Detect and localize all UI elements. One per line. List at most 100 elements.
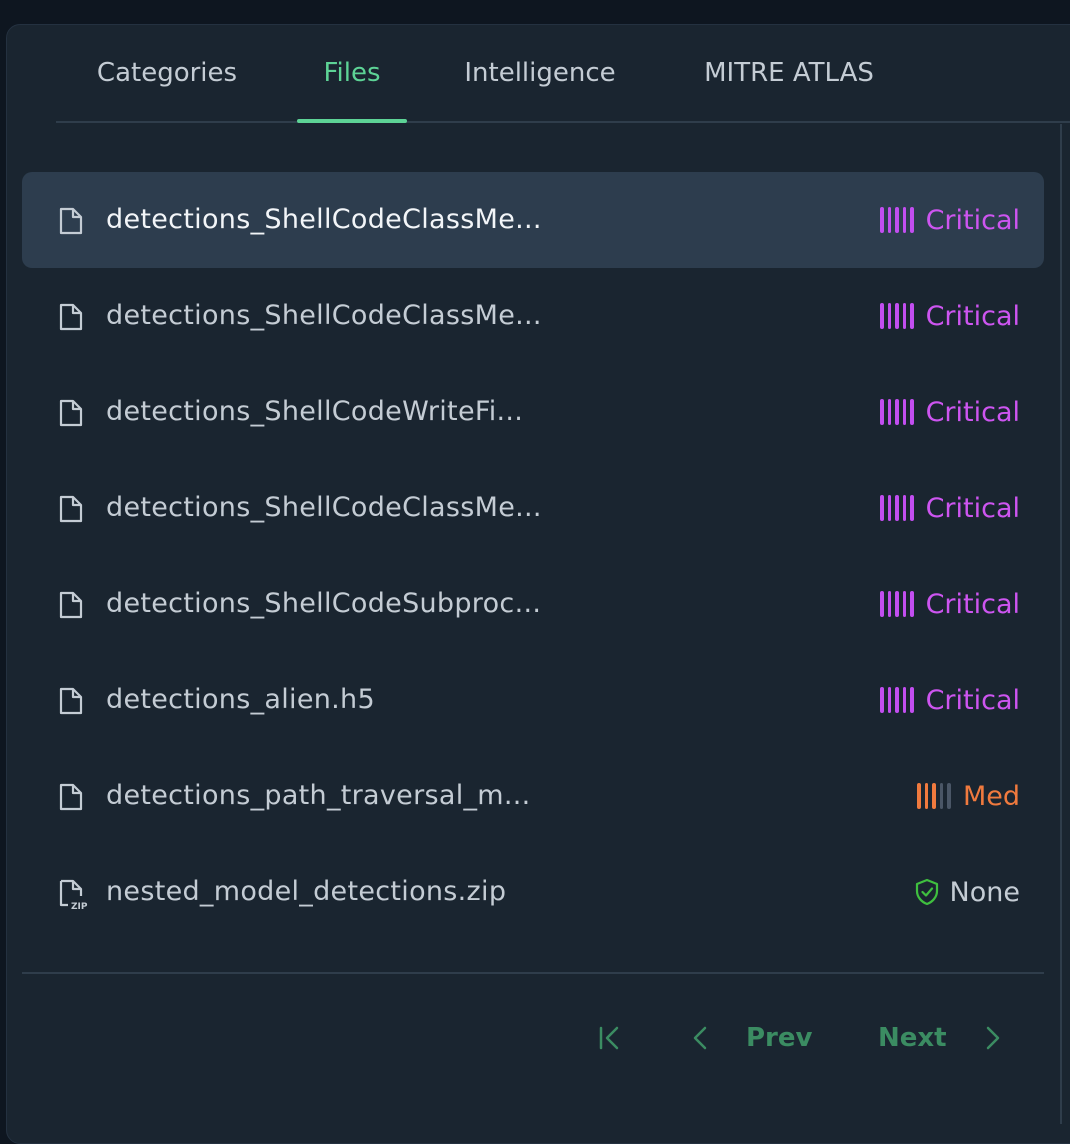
severity-bar (895, 687, 899, 713)
first-page-button[interactable] (596, 1010, 622, 1066)
severity-label: None (949, 876, 1020, 908)
severity-bar (880, 687, 884, 713)
file-row[interactable]: detections_alien.h5 Critical (22, 652, 1044, 748)
file-row[interactable]: detections_ShellCodeClassMe... Critical (22, 268, 1044, 364)
file-name: detections_ShellCodeClassMe... (106, 300, 542, 331)
severity-bar (947, 783, 951, 809)
zip-file-icon: ZIP (58, 878, 88, 912)
severity-bar (880, 207, 884, 233)
severity-bar (910, 591, 914, 617)
severity-bars-icon (880, 207, 914, 233)
severity-bar (939, 783, 944, 809)
tab-mitre-atlas[interactable]: MITRE ATLAS (698, 24, 880, 121)
severity-label: Critical (925, 492, 1020, 524)
severity-bar (910, 303, 914, 329)
severity-bar (887, 399, 892, 425)
file-name: detections_ShellCodeClassMe... (106, 492, 542, 523)
severity-bar (887, 687, 892, 713)
shield-check-icon (915, 878, 938, 906)
severity-bar (880, 495, 884, 521)
severity-bar (902, 591, 907, 617)
severity-bars-icon (880, 303, 914, 329)
file-name: detections_alien.h5 (106, 684, 375, 715)
next-page-button[interactable]: Next (878, 1010, 1003, 1066)
severity-bar (895, 207, 899, 233)
severity-badge: Critical (880, 652, 1020, 748)
list-divider (22, 972, 1044, 974)
file-icon (58, 302, 84, 332)
severity-label: Med (962, 780, 1020, 812)
severity-badge: Critical (880, 460, 1020, 556)
first-page-icon (599, 1026, 619, 1050)
severity-bar (887, 207, 892, 233)
severity-badge: Critical (880, 172, 1020, 268)
tab-files[interactable]: Files (297, 24, 407, 123)
tab-intelligence[interactable]: Intelligence (462, 24, 618, 121)
file-name: nested_model_detections.zip (106, 876, 507, 907)
severity-bar (887, 591, 892, 617)
file-row[interactable]: detections_ShellCodeSubproc... Critical (22, 556, 1044, 652)
severity-label: Critical (925, 588, 1020, 620)
severity-bars-icon (880, 399, 914, 425)
next-label: Next (878, 1023, 947, 1053)
severity-bar (932, 783, 936, 809)
chevron-left-icon (693, 1026, 707, 1050)
file-name: detections_ShellCodeClassMe... (106, 204, 542, 235)
severity-bar (895, 495, 899, 521)
severity-bar (902, 303, 907, 329)
file-row[interactable]: detections_path_traversal_m... Med (22, 748, 1044, 844)
prev-page-button[interactable]: Prev (690, 1010, 812, 1066)
file-name: detections_ShellCodeWriteFi... (106, 396, 524, 427)
file-icon (58, 206, 84, 236)
severity-bar (895, 303, 899, 329)
file-icon (58, 398, 84, 428)
file-row[interactable]: ZIP nested_model_detections.zip None (22, 844, 1044, 940)
severity-label: Critical (925, 684, 1020, 716)
severity-bar (910, 495, 914, 521)
severity-bar (895, 399, 899, 425)
severity-bar (910, 207, 914, 233)
severity-bar (887, 495, 892, 521)
file-icon (58, 494, 84, 524)
zip-label: ZIP (71, 902, 88, 910)
severity-bars-icon (917, 783, 951, 809)
severity-bar (917, 783, 921, 809)
severity-label: Critical (925, 300, 1020, 332)
severity-bar (902, 495, 907, 521)
file-icon (58, 782, 84, 812)
prev-label: Prev (746, 1023, 813, 1053)
severity-badge: Critical (880, 556, 1020, 652)
severity-badge: Critical (880, 364, 1020, 460)
chevron-right-icon (986, 1026, 999, 1050)
severity-bar (910, 399, 914, 425)
severity-bar (880, 399, 884, 425)
file-icon (58, 590, 84, 620)
file-row[interactable]: detections_ShellCodeClassMe... Critical (22, 460, 1044, 556)
severity-badge: None (914, 844, 1020, 940)
panel-scrollbar-track (1060, 124, 1062, 1124)
tab-bar: Categories Files Intelligence MITRE ATLA… (56, 24, 1070, 123)
severity-label: Critical (925, 204, 1020, 236)
severity-bars-icon (880, 687, 914, 713)
severity-bar (895, 591, 899, 617)
tab-categories[interactable]: Categories (94, 24, 240, 121)
severity-bar (902, 687, 907, 713)
file-row[interactable]: detections_ShellCodeClassMe... Critical (22, 172, 1044, 268)
severity-bar (887, 303, 892, 329)
file-row[interactable]: detections_ShellCodeWriteFi... Critical (22, 364, 1044, 460)
severity-badge: Med (917, 748, 1020, 844)
severity-badge: Critical (880, 268, 1020, 364)
severity-bar (902, 399, 907, 425)
severity-bars-icon (880, 495, 914, 521)
file-name: detections_ShellCodeSubproc... (106, 588, 542, 619)
severity-bar (902, 207, 907, 233)
severity-bar (880, 591, 884, 617)
severity-bars-icon (880, 591, 914, 617)
severity-bar (880, 303, 884, 329)
severity-bar (924, 783, 929, 809)
file-name: detections_path_traversal_m... (106, 780, 531, 811)
file-list: detections_ShellCodeClassMe... Critical de… (22, 172, 1044, 940)
severity-bar (910, 687, 914, 713)
file-icon (58, 686, 84, 716)
severity-label: Critical (925, 396, 1020, 428)
